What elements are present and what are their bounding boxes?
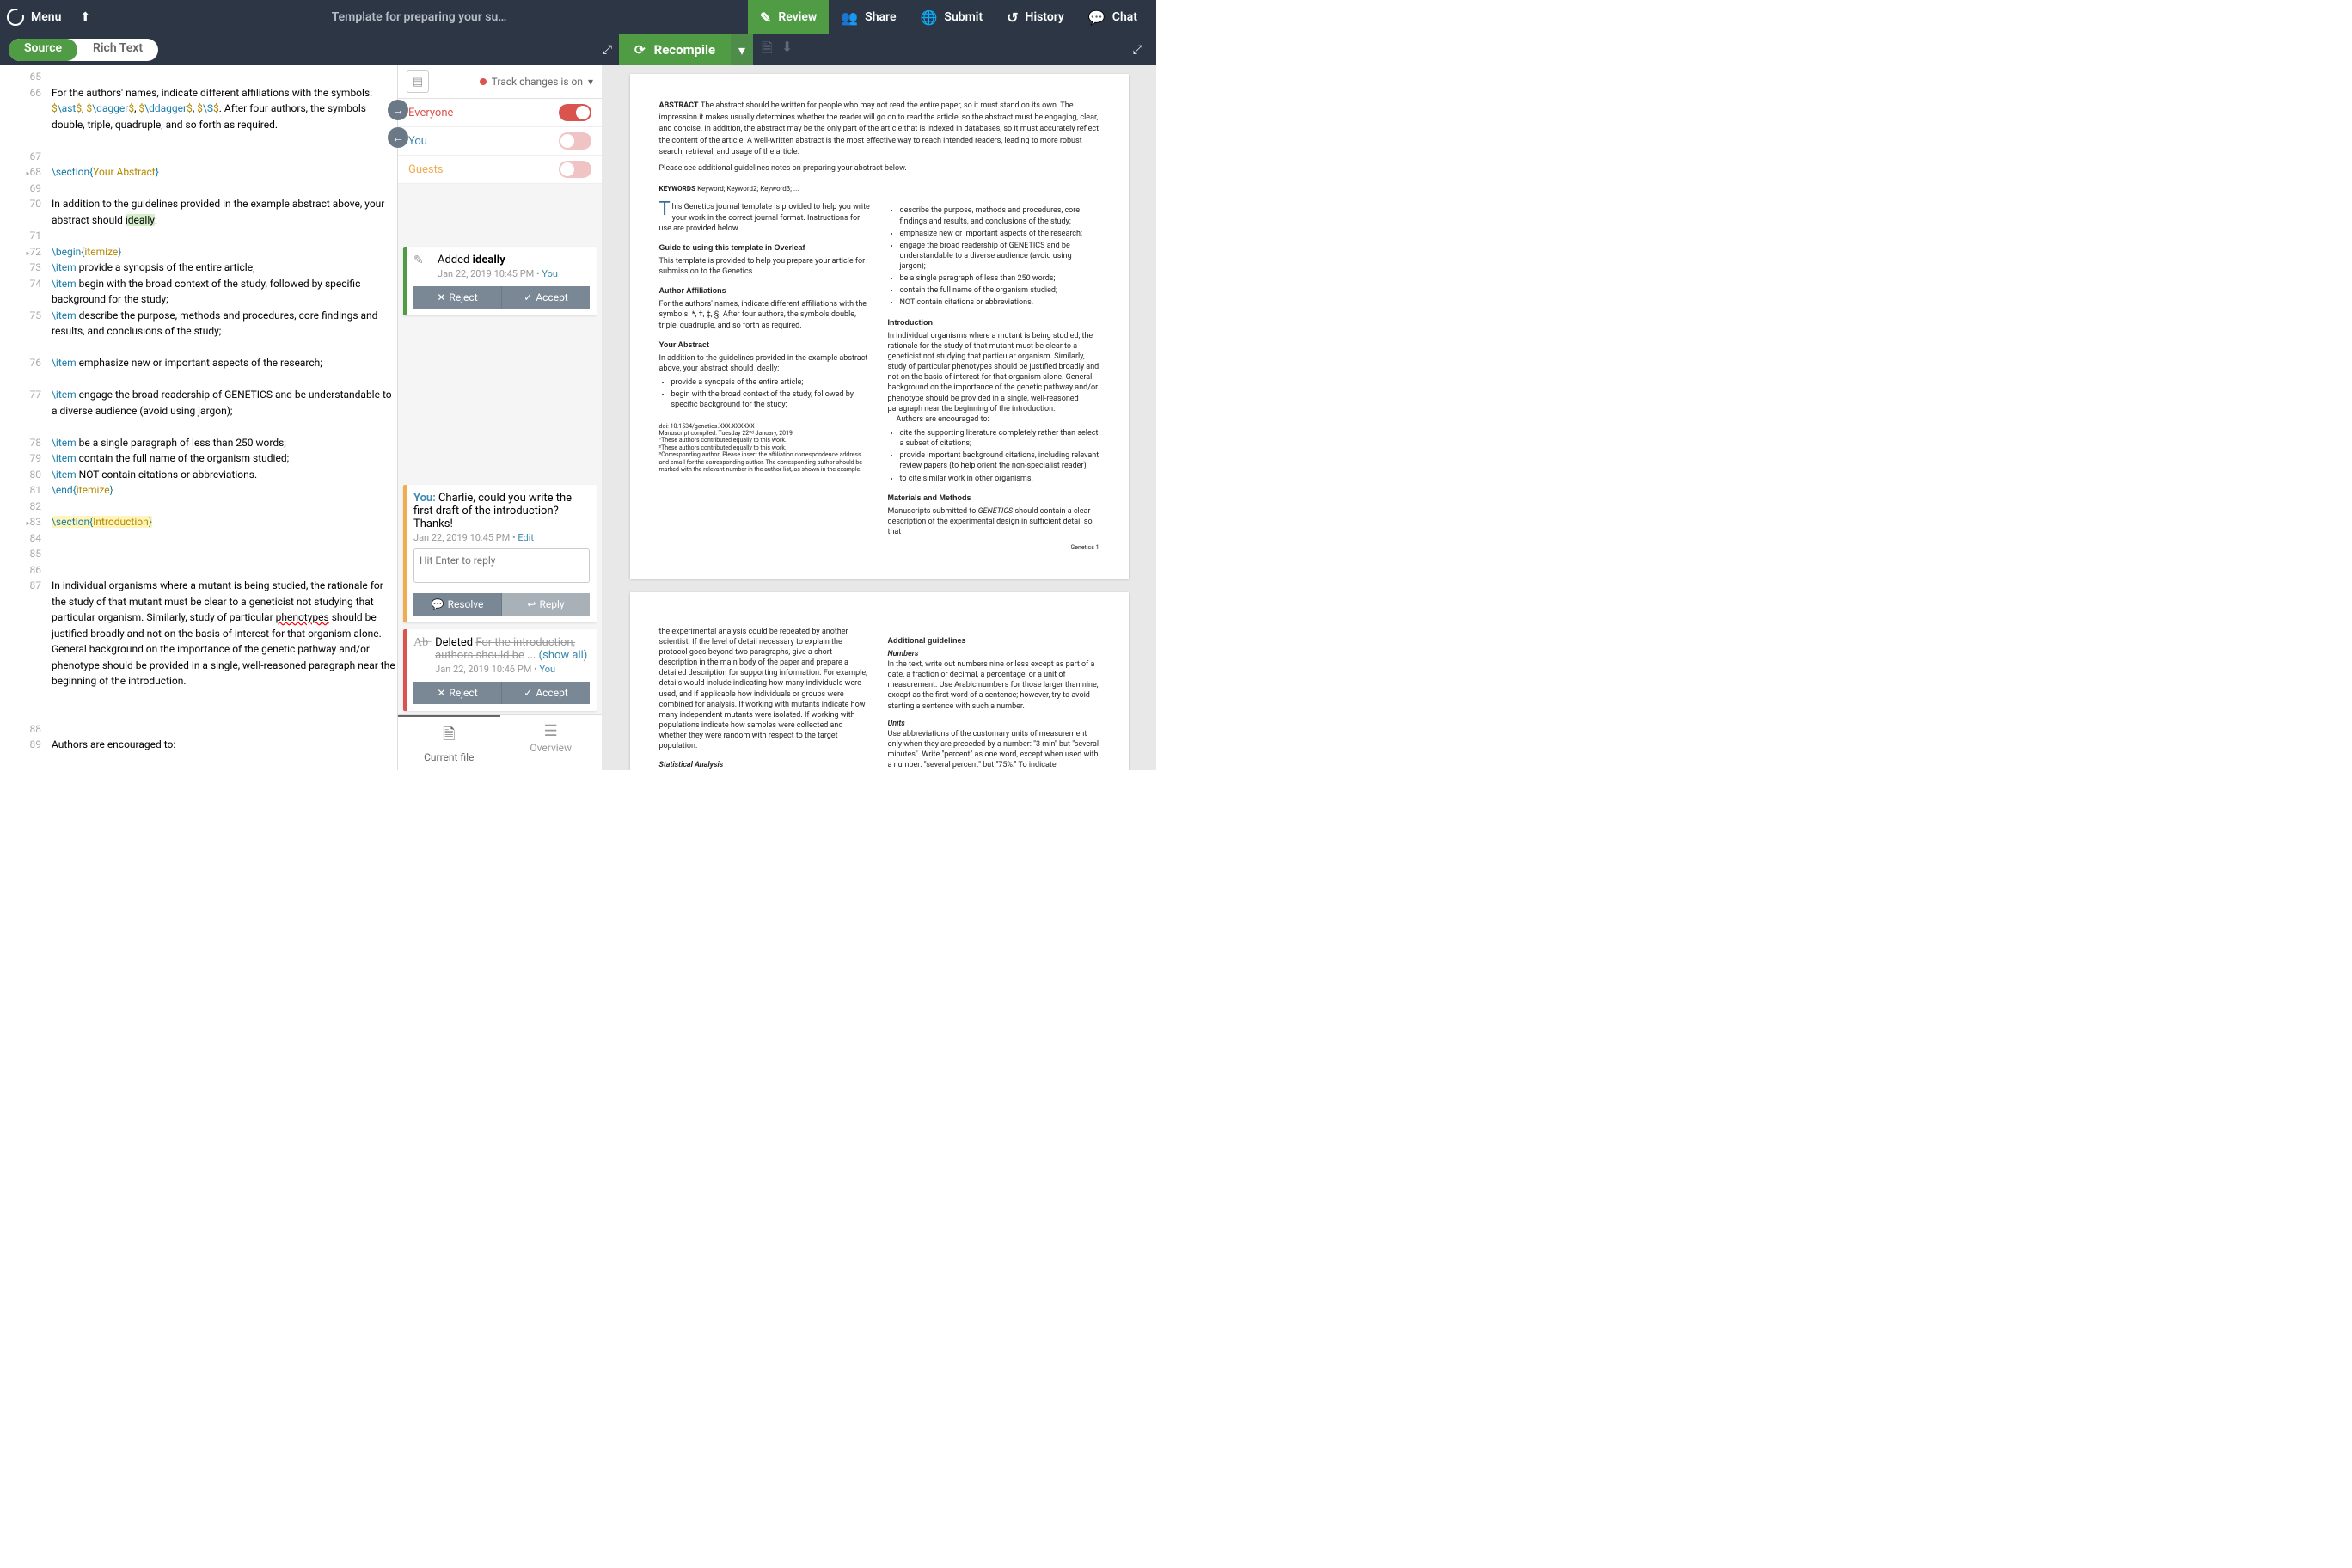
- review-tabs: 🗎Current file ☰Overview: [398, 714, 602, 770]
- history-button[interactable]: ↺History: [995, 0, 1076, 34]
- file-outline-icon[interactable]: ▤: [407, 70, 429, 93]
- line-gutter: 656667▸68697071▸7273747576777879808182▸8…: [0, 65, 48, 770]
- review-button[interactable]: ✎Review: [748, 0, 829, 34]
- source-tab[interactable]: Source: [9, 39, 77, 61]
- review-icon: ✎: [760, 9, 771, 26]
- share-button[interactable]: 👥Share: [829, 0, 908, 34]
- logo-icon: [7, 9, 24, 26]
- history-icon: ↺: [1007, 9, 1018, 26]
- tab-current-file[interactable]: 🗎Current file: [398, 715, 500, 770]
- logs-icon[interactable]: 🗎: [762, 39, 773, 62]
- change-card-deleted: A̶b̶ Deleted For the introduction, autho…: [403, 629, 597, 711]
- pdf-page: ABSTRACT The abstract should be written …: [630, 74, 1129, 579]
- project-title: Template for preparing your su…: [90, 10, 748, 24]
- sub-bar: Source Rich Text ⤢ ⟳ Recompile ▾ 🗎 ⬇ ⤢: [0, 34, 1156, 65]
- pdf-preview[interactable]: ABSTRACT The abstract should be written …: [602, 65, 1156, 770]
- submit-button[interactable]: 🌐Submit: [908, 0, 995, 34]
- reply-input[interactable]: [413, 548, 590, 583]
- reject-button[interactable]: ✕ Reject: [413, 682, 502, 704]
- pdf-page: the experimental analysis could be repea…: [630, 592, 1129, 770]
- track-toggle[interactable]: [559, 132, 591, 150]
- track-changes-status[interactable]: Track changes is on ▾: [480, 76, 593, 88]
- track-row-label: Guests: [408, 163, 444, 176]
- strike-icon: A̶b̶: [413, 636, 428, 650]
- list-icon: ☰: [504, 722, 599, 740]
- pencil-icon: ✎: [413, 254, 431, 267]
- tab-overview[interactable]: ☰Overview: [500, 715, 603, 770]
- chat-icon: 💬: [1088, 9, 1106, 26]
- recompile-dropdown[interactable]: ▾: [731, 34, 753, 65]
- editor-pane: 656667▸68697071▸7273747576777879808182▸8…: [0, 65, 397, 770]
- track-toggle[interactable]: [559, 161, 591, 178]
- code-editor[interactable]: For the authors' names, indicate differe…: [48, 65, 397, 770]
- chevron-down-icon: ▾: [588, 76, 593, 88]
- top-bar: Menu ⬆ Template for preparing your su… ✎…: [0, 0, 1156, 34]
- download-icon[interactable]: ⬇: [781, 39, 793, 62]
- nav-right-icon[interactable]: →: [388, 100, 408, 120]
- nav-left-icon[interactable]: ←: [388, 127, 408, 148]
- richtext-tab[interactable]: Rich Text: [77, 39, 158, 61]
- editor-mode-toggle[interactable]: Source Rich Text: [9, 39, 158, 61]
- menu-button[interactable]: Menu: [31, 10, 61, 24]
- file-icon: 🗎: [401, 724, 497, 750]
- people-icon: 👥: [841, 9, 858, 26]
- reply-button[interactable]: ↩ Reply: [502, 593, 590, 616]
- expand-left-icon[interactable]: ⤢: [603, 43, 612, 57]
- globe-icon: 🌐: [920, 9, 937, 26]
- show-all-link[interactable]: (show all): [539, 649, 588, 662]
- up-icon[interactable]: ⬆: [80, 10, 90, 24]
- recompile-button[interactable]: ⟳ Recompile: [619, 34, 731, 65]
- track-row-label: You: [408, 135, 427, 148]
- accept-button[interactable]: ✓ Accept: [502, 286, 590, 309]
- recompile-icon: ⟳: [634, 42, 646, 58]
- comment-card: You: Charlie, could you write the first …: [403, 485, 597, 622]
- reject-button[interactable]: ✕ Reject: [413, 286, 502, 309]
- track-row-label: Everyone: [408, 107, 453, 119]
- resolve-button[interactable]: 💬 Resolve: [413, 593, 502, 616]
- chat-button[interactable]: 💬Chat: [1076, 0, 1149, 34]
- accept-button[interactable]: ✓ Accept: [502, 682, 590, 704]
- status-dot-icon: [480, 78, 487, 85]
- track-toggle[interactable]: [559, 104, 591, 121]
- change-card-added: ✎ Added ideally Jan 22, 2019 10:45 PM • …: [403, 247, 597, 315]
- expand-right-icon[interactable]: ⤢: [1133, 43, 1142, 57]
- review-pane: → ← ▤ Track changes is on ▾ EveryoneYouG…: [397, 65, 602, 770]
